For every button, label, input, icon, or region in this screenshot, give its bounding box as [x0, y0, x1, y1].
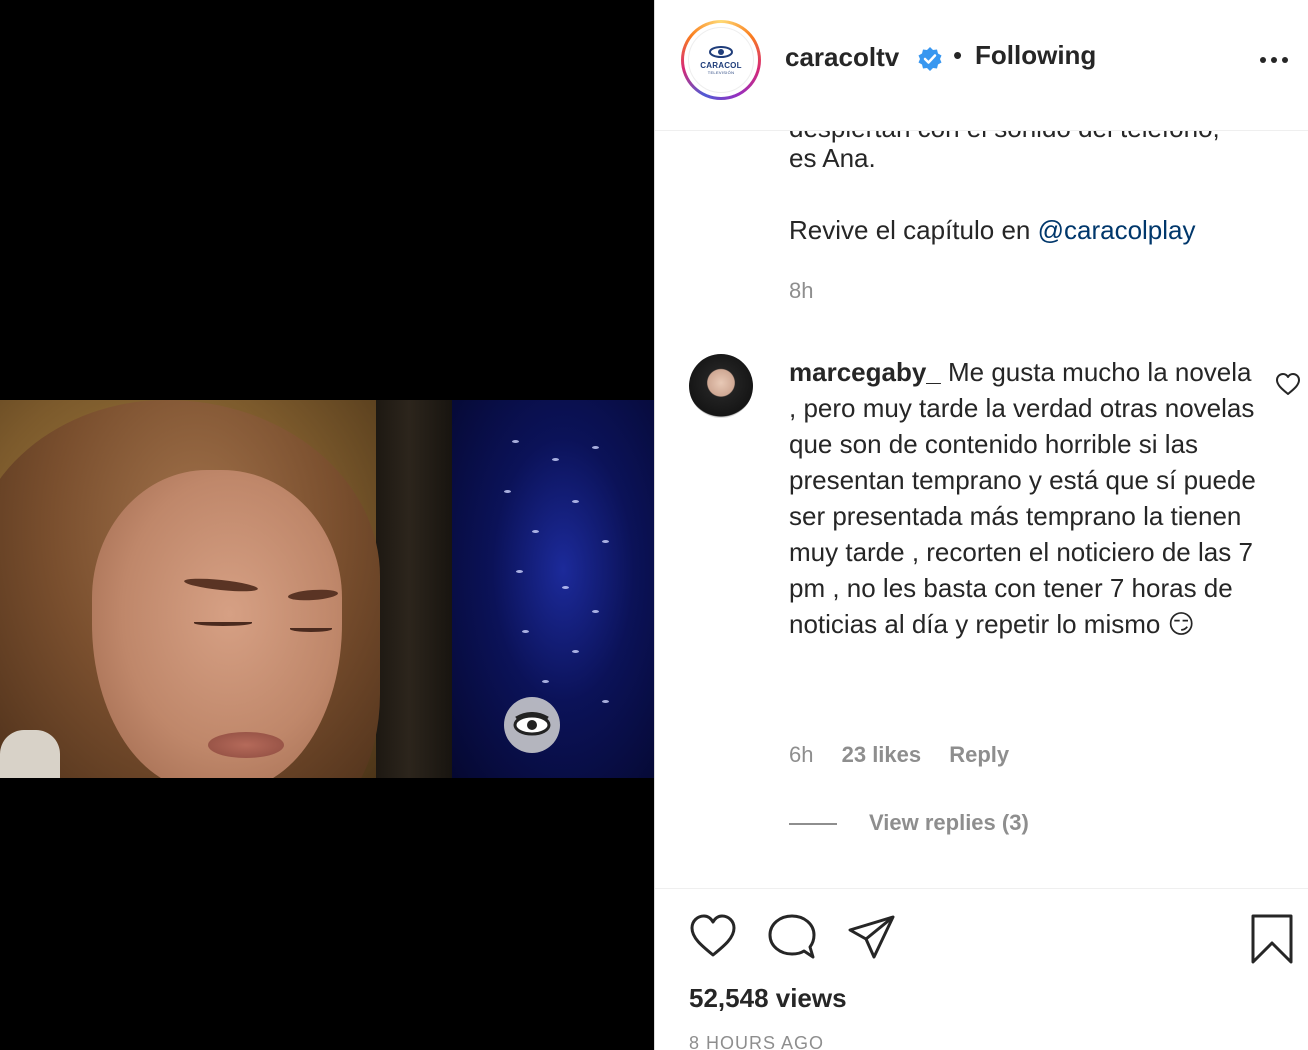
comment-text: Me gusta mucho la novela , pero muy tard… [789, 357, 1256, 639]
comment-heart-icon[interactable] [1275, 372, 1301, 401]
comment-meta: 6h 23 likes Reply [789, 742, 1031, 768]
video-subject-face [92, 470, 342, 778]
comment-icon[interactable] [767, 913, 817, 966]
comment-timestamp[interactable]: 6h [789, 742, 813, 767]
commenter-username[interactable]: marcegaby_ [789, 357, 941, 387]
caracol-watermark-icon [504, 697, 560, 753]
video-background-door [376, 400, 458, 778]
post-side-panel: despiertan con el sonido del teléfono, e… [654, 0, 1308, 1050]
posted-timestamp: 8 HOURS AGO [689, 1033, 825, 1050]
more-options-icon[interactable] [1259, 52, 1289, 70]
following-button[interactable]: Following [975, 40, 1096, 71]
header-separator: • [953, 40, 963, 70]
view-replies-button[interactable]: View replies (3) [869, 810, 1029, 836]
commenter-avatar[interactable] [689, 354, 753, 418]
heart-icon[interactable] [689, 913, 737, 964]
comment-reply-button[interactable]: Reply [949, 742, 1009, 767]
caption-revive-line: Revive el capítulo en @caracolplay [789, 215, 1196, 246]
video-subject-shoulder [0, 730, 60, 778]
caption-end-line: es Ana. [789, 143, 876, 173]
comment-likes-count[interactable]: 23 likes [842, 742, 922, 767]
views-count[interactable]: 52,548 views [689, 983, 847, 1014]
caracolplay-mention-link[interactable]: @caracolplay [1038, 215, 1196, 245]
post-media[interactable] [0, 0, 654, 1050]
post-actions-bar: 52,548 views 8 HOURS AGO [655, 888, 1308, 1050]
caracoltv-avatar[interactable]: CARACOL TELEVISIÓN [681, 20, 761, 100]
caption-revive-text: Revive el capítulo en [789, 215, 1038, 245]
bookmark-icon[interactable] [1249, 913, 1295, 970]
verified-badge-icon [917, 46, 943, 77]
video-frame[interactable] [0, 400, 654, 778]
comments-scroll-area[interactable]: despiertan con el sonido del teléfono, e… [655, 0, 1308, 888]
caption-timestamp[interactable]: 8h [789, 278, 813, 304]
post-header: CARACOL TELEVISIÓN caracoltv • Following [655, 0, 1308, 131]
logo-text: CARACOL [700, 61, 742, 70]
account-username[interactable]: caracoltv [785, 42, 899, 73]
replies-divider [789, 823, 837, 825]
caracol-logo: CARACOL TELEVISIÓN [688, 27, 754, 93]
logo-subtext: TELEVISIÓN [707, 70, 735, 75]
share-icon[interactable] [847, 913, 897, 966]
comment-body: marcegaby_ Me gusta mucho la novela , pe… [789, 354, 1259, 642]
